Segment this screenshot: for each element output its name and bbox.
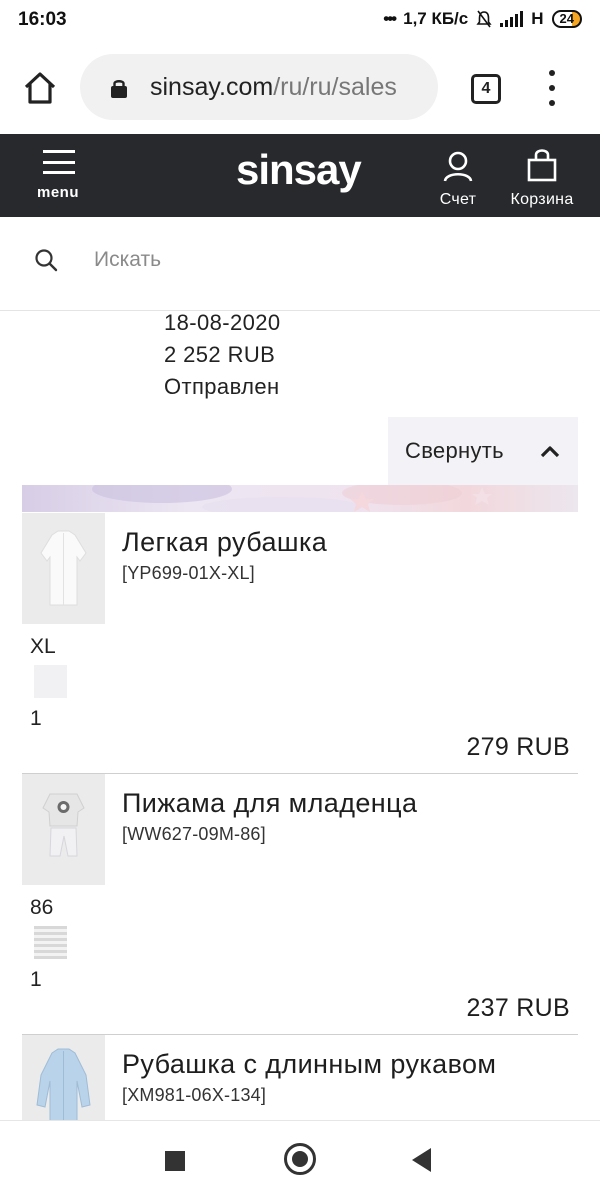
product-size: XL — [30, 635, 56, 658]
search-input[interactable] — [94, 243, 554, 277]
product-image[interactable] — [22, 513, 105, 624]
system-nav-bar — [0, 1120, 600, 1198]
shirt-image — [22, 513, 105, 624]
collapse-button[interactable]: Свернуть — [388, 417, 578, 485]
status-icons: ••• 1,7 КБ/с H 24 — [383, 9, 582, 29]
product-name[interactable]: Рубашка с длинным рукавом — [122, 1049, 496, 1080]
order-status: Отправлен — [164, 374, 280, 399]
status-bar: 16:03 ••• 1,7 КБ/с H 24 — [0, 0, 600, 40]
pajama-image — [22, 774, 105, 885]
color-swatch — [34, 926, 67, 959]
signal-icon — [500, 11, 524, 27]
site-header: menu sinsay Счет Корзина — [0, 134, 600, 217]
order-item: Легкая рубашка [YP699-01X-XL] XL 1 279 R… — [22, 513, 578, 773]
more-vert-icon[interactable] — [545, 70, 559, 106]
search-bar — [0, 217, 600, 311]
color-swatch — [34, 665, 67, 698]
product-sku: [XM981-06X-134] — [122, 1085, 267, 1105]
account-label: Счет — [439, 191, 477, 208]
network-type: H — [531, 9, 544, 28]
account-button[interactable]: Счет — [430, 150, 486, 209]
product-name[interactable]: Пижама для младенца — [122, 788, 417, 819]
menu-button[interactable]: menu — [34, 150, 82, 201]
url-text[interactable]: sinsay.com/ru/ru/sales — [150, 73, 397, 102]
site-logo[interactable]: sinsay — [236, 146, 362, 194]
back-icon[interactable] — [412, 1148, 431, 1172]
cart-button[interactable]: Корзина — [500, 148, 584, 209]
order-total: 2 252 RUB — [164, 342, 276, 367]
product-size: 86 — [30, 896, 54, 919]
recent-apps-icon[interactable] — [165, 1151, 185, 1171]
banner-pattern — [92, 485, 492, 512]
hamburger-icon — [43, 150, 75, 174]
network-speed: 1,7 КБ/с — [403, 9, 469, 28]
product-image[interactable] — [22, 1035, 105, 1120]
product-price: 279 RUB — [466, 733, 570, 761]
browser-toolbar: sinsay.com/ru/ru/sales 4 — [0, 40, 600, 134]
long-sleeve-shirt-image — [22, 1035, 105, 1120]
product-name[interactable]: Легкая рубашка — [122, 527, 327, 558]
tabs-button[interactable]: 4 — [471, 74, 501, 104]
product-sku: [WW627-09M-86] — [122, 824, 266, 844]
cart-label: Корзина — [510, 191, 574, 208]
promo-banner-strip — [22, 485, 578, 512]
product-price: 237 RUB — [466, 994, 570, 1022]
bell-muted-icon — [476, 10, 492, 28]
order-item: Рубашка с длинным рукавом [XM981-06X-134… — [22, 1035, 578, 1120]
chevron-up-icon — [540, 446, 560, 458]
url-domain: sinsay.com — [150, 73, 274, 101]
menu-label: menu — [36, 184, 79, 201]
status-time: 16:03 — [18, 9, 67, 30]
product-image[interactable] — [22, 774, 105, 885]
product-sku: [YP699-01X-XL] — [122, 563, 255, 583]
address-bar[interactable]: sinsay.com/ru/ru/sales — [80, 54, 438, 120]
home-circle-icon[interactable] — [284, 1143, 316, 1175]
product-quantity: 1 — [30, 968, 42, 991]
shopping-bag-icon — [527, 149, 557, 182]
lock-icon — [111, 80, 127, 98]
status-more-dots: ••• — [383, 9, 397, 28]
product-quantity: 1 — [30, 707, 42, 730]
collapse-label: Свернуть — [405, 438, 504, 463]
search-icon[interactable] — [34, 248, 58, 272]
order-date: 18-08-2020 — [164, 310, 281, 335]
url-path: /ru/ru/sales — [273, 73, 397, 101]
order-item: Пижама для младенца [WW627-09M-86] 86 1 … — [22, 774, 578, 1034]
home-icon[interactable] — [22, 70, 58, 106]
battery-icon: 24 — [551, 10, 582, 28]
user-icon — [443, 151, 473, 182]
